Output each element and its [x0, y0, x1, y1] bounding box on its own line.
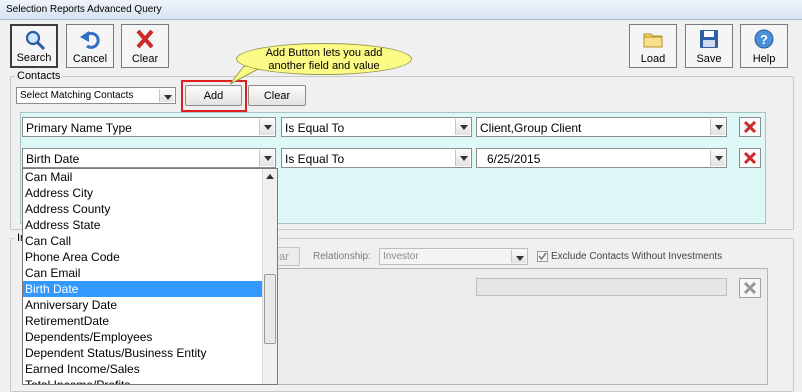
dropdown-item[interactable]: Phone Area Code	[23, 249, 263, 265]
dropdown-item[interactable]: Can Email	[23, 265, 263, 281]
chevron-down-icon	[455, 150, 470, 166]
row2-value: 6/25/2015	[487, 152, 541, 166]
dropdown-item[interactable]: Address County	[23, 201, 263, 217]
cancel-label: Cancel	[72, 53, 108, 65]
row2-operator-value: Is Equal To	[285, 152, 345, 166]
dropdown-item[interactable]: Birth Date	[23, 281, 263, 297]
save-label: Save	[696, 53, 722, 65]
row2-value-date[interactable]: 6/25/2015	[476, 148, 727, 168]
row1-field-select[interactable]: Primary Name Type	[22, 117, 276, 137]
scroll-thumb[interactable]	[264, 274, 276, 344]
contacts-clear-button[interactable]: Clear	[248, 85, 306, 106]
dropdown-item[interactable]: Dependent Status/Business Entity	[23, 345, 263, 361]
search-label: Search	[16, 52, 52, 64]
row1-delete-button[interactable]	[739, 117, 761, 137]
relationship-value: Investor	[383, 251, 419, 262]
chevron-down-icon	[710, 150, 725, 166]
investments-delete-button[interactable]	[739, 278, 761, 298]
dropdown-item[interactable]: Can Call	[23, 233, 263, 249]
callout-line-2: another field and value	[268, 60, 380, 72]
load-button[interactable]: Load	[629, 24, 677, 68]
row1-field-value: Primary Name Type	[26, 121, 132, 135]
contacts-clear-label: Clear	[263, 89, 291, 102]
help-label: Help	[752, 53, 776, 65]
chevron-down-icon	[710, 119, 725, 135]
floppy-icon	[700, 30, 718, 48]
exclude-label: Exclude Contacts Without Investments	[551, 251, 723, 262]
delete-x-icon	[743, 120, 757, 134]
exclude-checkbox[interactable]	[537, 251, 548, 262]
relationship-label: Relationship:	[313, 251, 371, 262]
search-button[interactable]: Search	[10, 24, 58, 68]
dropdown-item[interactable]: Address City	[23, 185, 263, 201]
help-button[interactable]: ? Help	[740, 24, 788, 68]
contacts-group-label: Contacts	[17, 70, 61, 82]
dropdown-item[interactable]: Earned Income/Sales	[23, 361, 263, 377]
clear-toolbar-button[interactable]: Clear	[121, 24, 169, 68]
delete-x-icon	[743, 151, 757, 165]
row1-operator-value: Is Equal To	[285, 121, 345, 135]
field-dropdown-list[interactable]: Can Mail Address City Address County Addres…	[22, 168, 278, 385]
save-button[interactable]: Save	[685, 24, 733, 68]
row2-operator-select[interactable]: Is Equal To	[281, 148, 472, 168]
clear-icon	[136, 29, 154, 49]
match-contacts-value: Select Matching Contacts	[20, 90, 134, 101]
dropdown-item[interactable]: RetirementDate	[23, 313, 263, 329]
dropdown-item[interactable]: Total Income/Profits	[23, 377, 263, 384]
row1-value-select[interactable]: Client,Group Client	[476, 117, 727, 137]
row2-field-value: Birth Date	[26, 152, 80, 166]
checkmark-icon	[538, 252, 547, 261]
clear-toolbar-label: Clear	[131, 53, 159, 65]
relationship-select[interactable]: Investor	[379, 248, 528, 265]
row2-field-select[interactable]: Birth Date	[22, 148, 276, 168]
chevron-down-icon	[511, 250, 526, 263]
delete-x-icon	[743, 281, 757, 295]
dropdown-scrollbar[interactable]	[262, 169, 277, 384]
load-label: Load	[640, 53, 666, 65]
window-titlebar: Selection Reports Advanced Query	[0, 0, 802, 20]
scroll-up-icon[interactable]	[263, 169, 277, 184]
investments-value-field[interactable]	[476, 278, 727, 296]
undo-icon	[80, 31, 100, 49]
chevron-down-icon	[159, 89, 174, 102]
dropdown-item[interactable]: Dependents/Employees	[23, 329, 263, 345]
cancel-button[interactable]: Cancel	[66, 24, 114, 68]
chevron-down-icon	[259, 150, 274, 166]
dropdown-item[interactable]: Address State	[23, 217, 263, 233]
folder-icon	[643, 33, 663, 48]
window-title: Selection Reports Advanced Query	[6, 4, 162, 15]
search-icon	[25, 30, 46, 51]
svg-text:?: ?	[760, 32, 768, 47]
callout-line-1: Add Button lets you add	[265, 47, 383, 59]
row2-delete-button[interactable]	[739, 148, 761, 168]
match-contacts-select[interactable]: Select Matching Contacts	[16, 87, 176, 104]
dropdown-item[interactable]: Anniversary Date	[23, 297, 263, 313]
chevron-down-icon	[259, 119, 274, 135]
dropdown-items: Can Mail Address City Address County Addres…	[23, 169, 277, 384]
chevron-down-icon	[455, 119, 470, 135]
dropdown-item[interactable]: Can Mail	[23, 169, 263, 185]
row1-value: Client,Group Client	[480, 121, 582, 135]
help-icon: ?	[754, 29, 774, 49]
row1-operator-select[interactable]: Is Equal To	[281, 117, 472, 137]
annotation-callout: Add Button lets you add another field an…	[236, 43, 412, 75]
